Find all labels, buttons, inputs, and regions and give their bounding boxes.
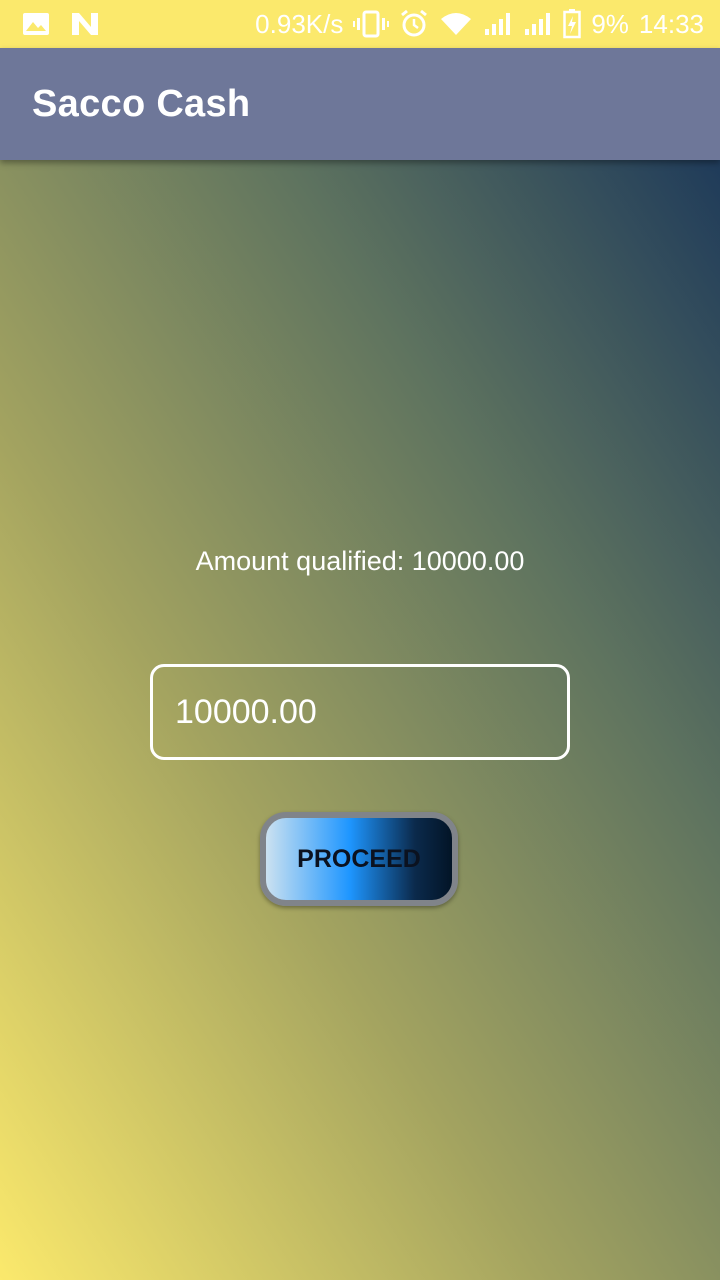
battery-percent: 9% [591, 9, 629, 39]
proceed-button[interactable]: PROCEED [260, 812, 458, 906]
vibrate-icon [353, 9, 390, 39]
signal-icon [483, 11, 513, 37]
network-speed: 0.93K/s [255, 9, 344, 39]
signal-icon [523, 11, 553, 37]
alarm-icon [399, 9, 429, 39]
n-app-icon [70, 11, 100, 37]
wifi-icon [439, 11, 473, 37]
battery-icon [563, 9, 582, 39]
image-icon [22, 12, 50, 36]
app-bar: Sacco Cash [0, 48, 720, 160]
amount-input[interactable] [150, 664, 570, 760]
amount-qualified-label: Amount qualified: 10000.00 [195, 546, 525, 576]
clock: 14:33 [638, 9, 704, 39]
status-bar: 0.93K/s 9% 14:33 [0, 0, 720, 48]
screen: 0.93K/s 9% 14:33 Sacco Cash Amount quali… [0, 0, 720, 1280]
content-area: Amount qualified: 10000.00 PROCEED [0, 160, 720, 1280]
app-title: Sacco Cash [32, 82, 251, 125]
